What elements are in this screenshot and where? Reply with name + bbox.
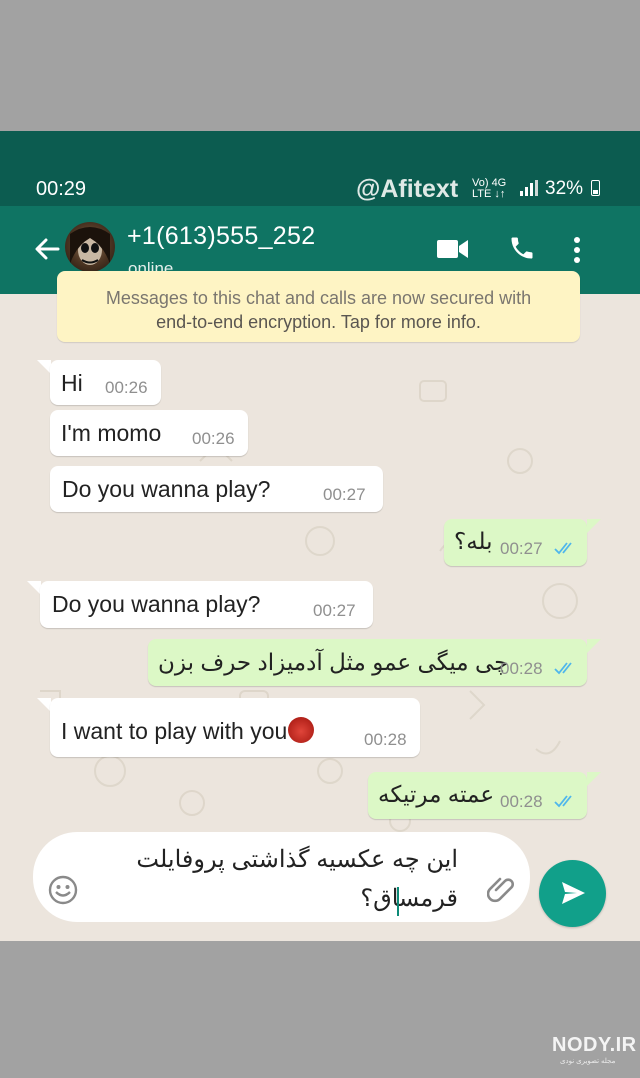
encryption-notice-line2: end-to-end encryption. Tap for more info… — [156, 312, 481, 332]
phone-call-icon[interactable] — [508, 234, 536, 262]
message-outgoing[interactable]: بله؟ 00:27 — [444, 519, 587, 566]
back-arrow-icon[interactable] — [34, 236, 60, 262]
battery-icon — [591, 180, 600, 196]
encryption-notice-line1: Messages to this chat and calls are now … — [105, 288, 532, 308]
phone-screen: 00:29 @Afitext Vo) 4G LTE ↓↑ 32% +1(613)… — [0, 131, 640, 941]
input-text-line2: قرمساق؟ — [360, 885, 458, 912]
message-text-content: I want to play with you — [61, 718, 288, 744]
message-incoming[interactable]: Hi 00:26 — [50, 360, 161, 405]
message-time: 00:28 — [500, 792, 543, 811]
network-indicator: Vo) 4G LTE ↓↑ — [472, 178, 506, 200]
message-time: 00:28 — [500, 659, 543, 678]
message-text: عمته مرتیکه — [378, 781, 495, 807]
double-check-icon — [554, 542, 572, 555]
send-icon — [562, 882, 585, 904]
status-time: 00:29 — [36, 178, 87, 200]
site-watermark: NODY.IR — [552, 1034, 637, 1056]
message-text: چی میگی عمو مثل آدمیزاد حرف بزن — [158, 649, 509, 675]
site-watermark-tagline: مجله تصویری نودی — [560, 1058, 616, 1065]
message-incoming[interactable]: Do you wanna play? 00:27 — [50, 466, 383, 512]
bubble-tail — [37, 360, 51, 374]
status-bar: 00:29 @Afitext Vo) 4G LTE ↓↑ 32% — [0, 131, 640, 206]
emoji-icon[interactable] — [47, 874, 79, 906]
battery-percent: 32% — [545, 178, 584, 199]
message-text: بله؟ — [454, 528, 493, 554]
text-caret — [397, 887, 399, 916]
devil-emoji-icon — [288, 717, 315, 743]
message-text: Hi — [61, 370, 83, 396]
network-bottom: LTE ↓↑ — [472, 188, 506, 200]
message-text: Do you wanna play? — [52, 591, 261, 617]
message-text: I'm momo — [61, 420, 162, 446]
message-text: I want to play with you — [61, 713, 315, 745]
double-check-icon — [554, 795, 572, 808]
bubble-tail — [27, 581, 41, 595]
input-text-line1: این چه عکسیه گذاشتی پروفایلت — [136, 846, 458, 873]
message-time: 00:27 — [323, 485, 366, 504]
watermark-text: @Afitext — [356, 175, 459, 203]
bubble-tail — [587, 519, 601, 533]
message-time: 00:26 — [192, 429, 235, 448]
encryption-notice[interactable]: Messages to this chat and calls are now … — [57, 271, 580, 342]
bubble-tail — [587, 639, 601, 653]
message-input[interactable]: این چه عکسیه گذاشتی پروفایلت قرمساق؟ — [33, 832, 530, 922]
message-time: 00:27 — [500, 539, 543, 558]
message-time: 00:27 — [313, 601, 356, 620]
double-check-icon — [554, 662, 572, 675]
avatar-face-icon — [70, 227, 110, 265]
message-outgoing[interactable]: عمته مرتیکه 00:28 — [368, 772, 587, 819]
contact-avatar[interactable] — [65, 222, 115, 272]
message-incoming[interactable]: Do you wanna play? 00:27 — [40, 581, 373, 628]
bubble-tail — [37, 698, 51, 712]
message-incoming[interactable]: I want to play with you 00:28 — [50, 698, 420, 757]
video-call-icon[interactable] — [437, 239, 469, 259]
message-outgoing[interactable]: چی میگی عمو مثل آدمیزاد حرف بزن 00:28 — [148, 639, 587, 686]
message-incoming[interactable]: I'm momo 00:26 — [50, 410, 248, 456]
message-time: 00:28 — [364, 730, 407, 749]
send-button[interactable] — [539, 860, 606, 927]
more-vert-icon[interactable] — [573, 237, 581, 263]
signal-icon — [520, 180, 538, 196]
contact-name[interactable]: +1(613)555_252 — [127, 222, 315, 251]
attach-icon[interactable] — [487, 874, 517, 904]
bubble-tail — [587, 772, 601, 786]
message-time: 00:26 — [105, 378, 148, 397]
message-text: Do you wanna play? — [62, 476, 271, 502]
